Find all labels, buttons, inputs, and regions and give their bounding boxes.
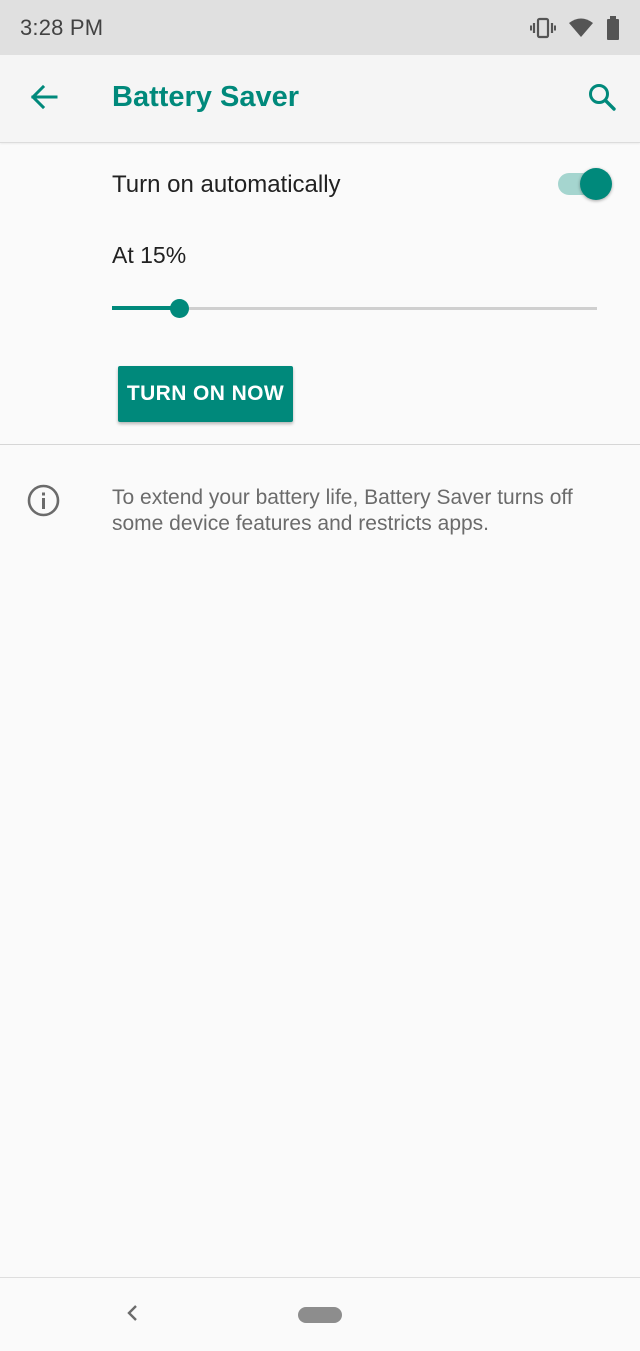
back-button[interactable] [20,77,68,121]
status-icons [530,15,620,40]
wifi-icon [568,17,594,39]
nav-home-pill[interactable] [298,1307,342,1323]
info-description: To extend your battery life, Battery Sav… [112,486,573,535]
nav-back-button[interactable] [118,1300,146,1330]
search-button[interactable] [578,77,626,121]
battery-icon [606,15,620,40]
info-icon [27,484,60,517]
battery-saver-screen: 3:28 PM Battery Saver Turn on automatica… [0,0,640,1351]
auto-toggle-row[interactable]: Turn on automatically [0,155,640,215]
vibrate-icon [530,17,556,39]
switch-thumb [580,168,612,200]
auto-toggle-switch[interactable] [558,168,612,200]
search-icon [587,82,617,117]
page-title: Battery Saver [112,81,299,113]
status-bar: 3:28 PM [0,0,640,55]
nav-back-icon [125,1303,139,1328]
app-bar: Battery Saver [0,55,640,143]
navigation-bar [0,1277,640,1351]
turn-on-now-button[interactable]: TURN ON NOW [118,366,293,422]
status-time: 3:28 PM [20,14,104,40]
arrow-back-icon [29,82,59,117]
threshold-label: At 15% [112,242,187,268]
threshold-slider[interactable] [112,296,597,320]
slider-thumb[interactable] [170,299,190,318]
auto-toggle-label: Turn on automatically [112,171,341,198]
divider [0,444,640,445]
